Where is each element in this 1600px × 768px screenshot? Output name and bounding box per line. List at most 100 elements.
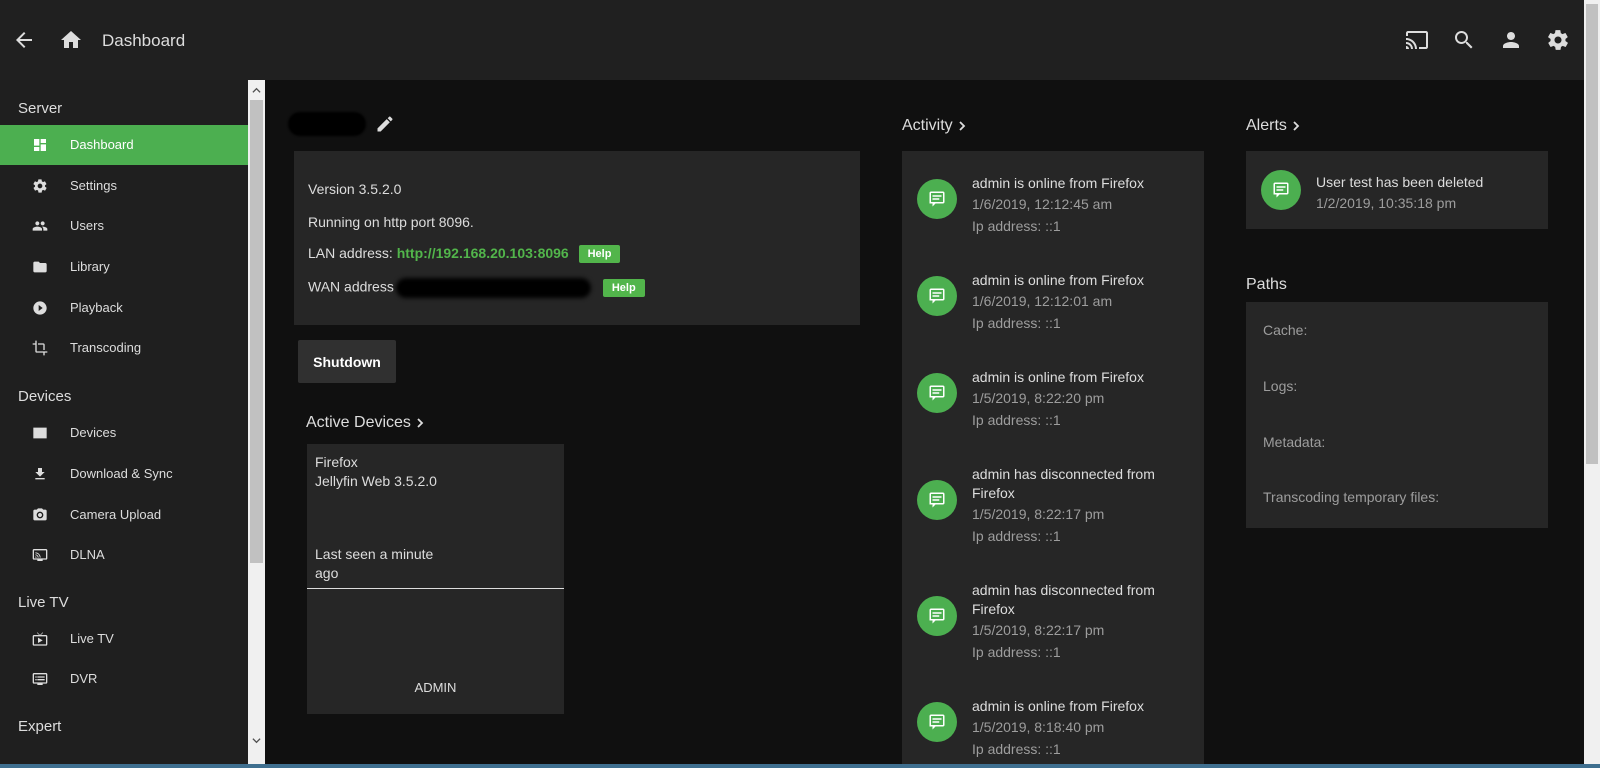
sidebar-item-dvr[interactable]: DVR	[0, 659, 248, 699]
device-client: Firefox	[315, 454, 358, 470]
sidebar: Server Dashboard Settings Users Library …	[0, 80, 248, 768]
path-logs-label: Logs:	[1263, 378, 1298, 394]
edit-icon[interactable]	[375, 114, 395, 134]
sidebar-item-label: Playback	[70, 300, 123, 315]
sidebar-item-devices[interactable]: Devices	[0, 413, 248, 453]
folder-icon	[33, 261, 47, 273]
message-icon	[929, 492, 945, 508]
activity-item-title: admin is online from Firefox	[972, 369, 1144, 385]
sidebar-item-label: Dashboard	[70, 137, 134, 152]
monitor-icon	[33, 427, 47, 439]
alerts-card: User test has been deleted 1/2/2019, 10:…	[1246, 151, 1548, 229]
activity-avatar	[917, 373, 957, 413]
activity-link[interactable]: Activity	[902, 117, 967, 135]
active-devices-title: Active Devices	[306, 414, 411, 431]
activity-item-title-cont: Firefox	[972, 485, 1015, 501]
activity-avatar	[917, 276, 957, 316]
path-cache-label: Cache:	[1263, 322, 1308, 338]
wan-address: WAN address Help	[308, 278, 645, 298]
device-divider	[307, 588, 564, 589]
sidebar-item-label: Devices	[70, 425, 117, 440]
play-circle-icon	[33, 301, 47, 315]
path-metadata-label: Metadata:	[1263, 434, 1326, 450]
page-scrollbar-thumb[interactable]	[1586, 4, 1598, 464]
activity-avatar	[917, 179, 957, 219]
sidebar-item-download-sync[interactable]: Download & Sync	[0, 454, 248, 494]
sidebar-item-label: Settings	[70, 178, 117, 193]
sidebar-scrollbar[interactable]	[248, 80, 265, 768]
activity-item-ip: Ip address: ::1	[972, 644, 1061, 660]
active-devices-link[interactable]: Active Devices	[306, 414, 425, 432]
alerts-link[interactable]: Alerts	[1246, 117, 1301, 135]
sidebar-item-transcoding[interactable]: Transcoding	[0, 328, 248, 368]
user-icon[interactable]	[1499, 28, 1523, 52]
activity-item-time: 1/6/2019, 12:12:45 am	[972, 196, 1113, 212]
wan-help-button[interactable]: Help	[602, 279, 645, 297]
alert-item-time: 1/2/2019, 10:35:18 pm	[1316, 195, 1457, 211]
page-title: Dashboard	[102, 31, 186, 50]
activity-item-ip: Ip address: ::1	[972, 218, 1061, 234]
back-arrow-icon[interactable]	[12, 28, 36, 52]
activity-avatar	[917, 596, 957, 636]
activity-card: admin is online from Firefox 1/6/2019, 1…	[902, 151, 1204, 768]
sidebar-item-library[interactable]: Library	[0, 247, 248, 287]
server-info-card: Version 3.5.2.0 Running on http port 809…	[294, 151, 860, 325]
dashboard-icon	[34, 139, 46, 151]
camera-icon	[33, 508, 47, 521]
lan-help-button[interactable]: Help	[578, 245, 621, 264]
search-icon[interactable]	[1452, 28, 1476, 52]
sidebar-item-label: Transcoding	[70, 340, 142, 355]
sidebar-item-dlna[interactable]: DLNA	[0, 535, 248, 575]
lan-address: LAN address: http://192.168.20.103:8096 …	[308, 245, 621, 264]
activity-item-title: admin is online from Firefox	[972, 272, 1144, 288]
sidebar-item-users[interactable]: Users	[0, 206, 248, 246]
sidebar-item-live-tv[interactable]: Live TV	[0, 619, 248, 659]
people-icon	[32, 221, 48, 231]
active-device-card[interactable]: Firefox Jellyfin Web 3.5.2.0 Last seen a…	[307, 444, 564, 714]
message-icon	[929, 714, 945, 730]
message-icon	[1273, 182, 1289, 198]
app-header: Dashboard	[0, 0, 1584, 80]
cast-icon[interactable]	[1405, 28, 1429, 52]
device-user: ADMIN	[414, 680, 457, 695]
sidebar-item-label: Download & Sync	[70, 466, 173, 481]
sidebar-section-server: Server	[18, 100, 63, 117]
crop-icon	[32, 340, 48, 356]
server-port: Running on http port 8096.	[308, 214, 474, 230]
activity-item-title: admin has disconnected from	[972, 466, 1155, 482]
scroll-up-arrow-icon[interactable]	[252, 86, 261, 95]
sidebar-scrollbar-thumb[interactable]	[250, 100, 263, 563]
device-last-seen-cont: ago	[315, 565, 339, 581]
message-icon	[929, 608, 945, 624]
shutdown-button[interactable]: Shutdown	[298, 340, 396, 383]
home-icon[interactable]	[59, 28, 83, 52]
device-app: Jellyfin Web 3.5.2.0	[315, 473, 437, 489]
sidebar-item-label: Users	[70, 218, 104, 233]
activity-item-time: 1/5/2019, 8:22:20 pm	[972, 390, 1105, 406]
sidebar-item-label: DLNA	[70, 547, 105, 562]
activity-item-ip: Ip address: ::1	[972, 528, 1061, 544]
alert-item-title: User test has been deleted	[1316, 174, 1484, 190]
activity-item-time: 1/6/2019, 12:12:01 am	[972, 293, 1113, 309]
page-scrollbar[interactable]	[1584, 0, 1600, 768]
chevron-right-icon	[417, 418, 424, 428]
sidebar-item-settings[interactable]: Settings	[0, 166, 248, 206]
path-transcoding-label: Transcoding temporary files:	[1263, 489, 1440, 505]
sidebar-item-dashboard[interactable]: Dashboard	[0, 125, 248, 165]
sidebar-item-camera-upload[interactable]: Camera Upload	[0, 495, 248, 535]
server-name-redacted	[288, 112, 366, 136]
activity-item-title: admin is online from Firefox	[972, 175, 1144, 191]
activity-item-time: 1/5/2019, 8:22:17 pm	[972, 622, 1105, 638]
sidebar-item-playback[interactable]: Playback	[0, 288, 248, 328]
scroll-down-arrow-icon[interactable]	[252, 736, 261, 745]
device-last-seen: Last seen a minute	[315, 546, 434, 562]
paths-card: Cache: Logs: Metadata: Transcoding tempo…	[1246, 302, 1548, 528]
activity-item-ip: Ip address: ::1	[972, 741, 1061, 757]
sidebar-item-label: Live TV	[70, 631, 114, 646]
activity-item-time: 1/5/2019, 8:22:17 pm	[972, 506, 1105, 522]
lan-address-link[interactable]: http://192.168.20.103:8096	[397, 245, 569, 261]
lan-address-label: LAN address:	[308, 245, 393, 261]
alert-avatar	[1261, 170, 1301, 210]
settings-icon[interactable]	[1546, 28, 1570, 52]
activity-title: Activity	[902, 117, 953, 134]
